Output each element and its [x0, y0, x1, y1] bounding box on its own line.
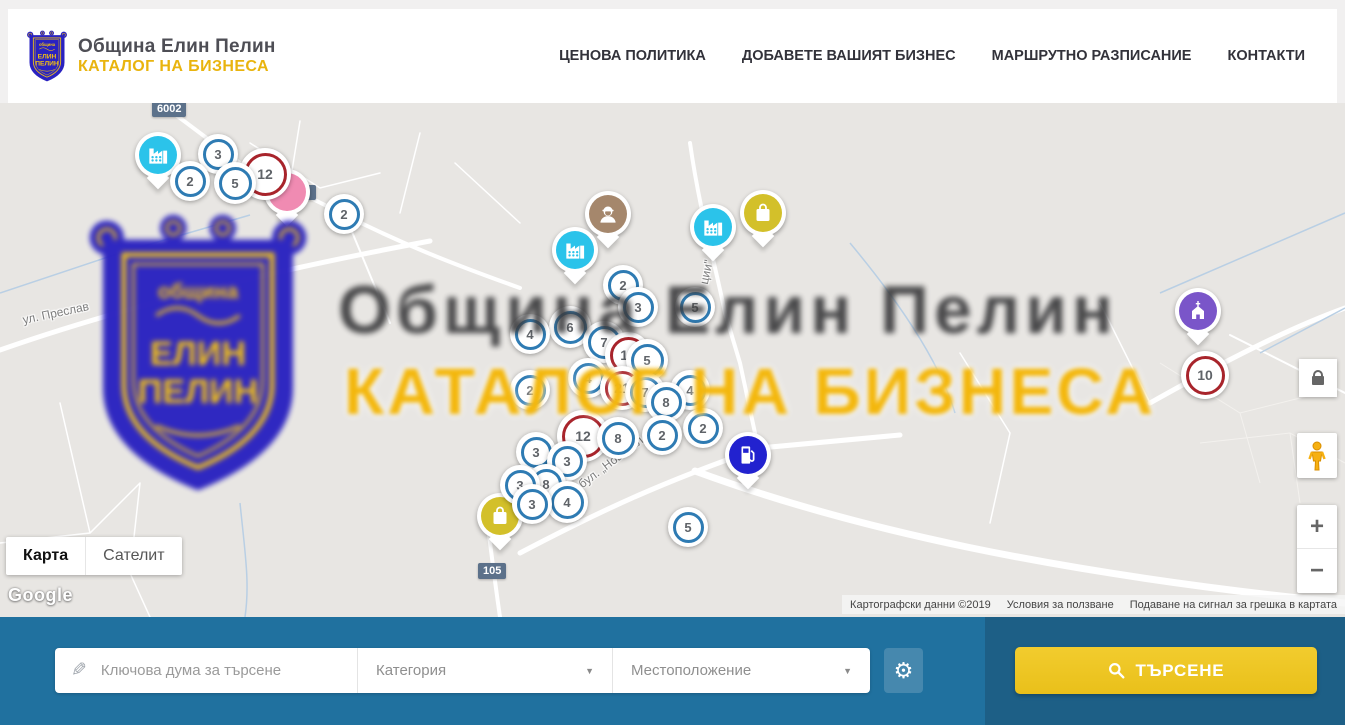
watermark-subtitle: КАТАЛОГ НА БИЗНЕСА — [344, 353, 1156, 429]
pegman-icon — [1307, 441, 1327, 471]
chevron-down-icon: ▼ — [585, 666, 594, 676]
cluster-count: 5 — [673, 512, 704, 543]
category-dropdown-label: Категория — [376, 662, 446, 679]
category-dropdown[interactable]: Категория ▼ — [357, 648, 612, 693]
worker-marker[interactable] — [585, 191, 631, 237]
pencil-icon: ✎ — [71, 659, 87, 682]
road-badge: 105 — [478, 563, 506, 579]
cluster-count: 3 — [517, 489, 548, 520]
site-subtitle: КАТАЛОГ НА БИЗНЕСА — [78, 58, 276, 76]
map-type-map-button[interactable]: Карта — [6, 537, 85, 575]
location-dropdown[interactable]: Местоположение ▼ — [612, 648, 870, 693]
shopping-bag-icon — [744, 194, 782, 232]
cluster-count: 4 — [551, 486, 584, 519]
map-type-satellite-button[interactable]: Сателит — [85, 537, 181, 575]
factory-marker[interactable] — [552, 227, 598, 273]
street-view-pegman-button[interactable] — [1297, 433, 1337, 478]
search-bar: ✎ Категория ▼ Местоположение ▼ ⚙ ТЪРСЕНЕ — [0, 617, 1345, 725]
cluster-marker[interactable]: 4 — [546, 481, 588, 523]
cluster-marker[interactable]: 5 — [668, 507, 708, 547]
advanced-settings-button[interactable]: ⚙ — [884, 648, 923, 693]
cluster-count: 2 — [175, 166, 206, 197]
zoom-control: + − — [1297, 505, 1337, 593]
svg-text:ПЕЛИН: ПЕЛИН — [35, 60, 59, 67]
attribution-link[interactable]: Условия за ползване — [1007, 599, 1114, 611]
cluster-marker[interactable]: 3 — [512, 484, 552, 524]
svg-text:ЕЛИН: ЕЛИН — [150, 335, 246, 373]
search-button-panel: ТЪРСЕНЕ — [985, 617, 1345, 725]
church-icon — [1179, 292, 1217, 330]
map-canvas[interactable]: община ЕЛИН ПЕЛИН Община Елин Пелин КАТА… — [0, 103, 1345, 617]
svg-text:община: община — [158, 281, 239, 304]
cluster-count: 2 — [329, 199, 360, 230]
main-nav: ЦЕНОВА ПОЛИТИКА ДОБАВЕТЕ ВАШИЯТ БИЗНЕС МАР… — [559, 48, 1319, 64]
worker-icon — [589, 195, 627, 233]
location-dropdown-label: Местоположение — [631, 662, 751, 679]
nav-item-contacts[interactable]: КОНТАКТИ — [1227, 48, 1305, 64]
gear-icon: ⚙ — [894, 658, 914, 684]
site-header: община ЕЛИН ПЕЛИН Община Елин Пелин КАТА… — [0, 0, 1345, 103]
road-badge: 6002 — [152, 103, 186, 117]
zoom-in-button[interactable]: + — [1297, 505, 1337, 549]
cluster-marker[interactable]: 10 — [1181, 351, 1229, 399]
svg-text:община: община — [39, 42, 56, 47]
fullscreen-lock-button[interactable] — [1299, 359, 1337, 397]
cluster-marker[interactable]: 5 — [214, 162, 256, 204]
fuel-icon — [729, 436, 767, 474]
watermark-title: Община Елин Пелин — [338, 271, 1118, 349]
google-logo[interactable]: Google — [8, 585, 73, 606]
fuel-marker[interactable] — [725, 432, 771, 478]
church-marker[interactable] — [1175, 288, 1221, 334]
cluster-marker[interactable]: 2 — [170, 161, 210, 201]
map-attribution: Картографски данни ©2019 Условия за ползв… — [842, 595, 1345, 614]
nav-item-add-business[interactable]: ДОБАВЕТЕ ВАШИЯТ БИЗНЕС — [742, 48, 956, 64]
municipality-crest-logo: община ЕЛИН ПЕЛИН — [26, 30, 68, 83]
site-title: Община Елин Пелин — [78, 36, 276, 58]
zoom-out-button[interactable]: − — [1297, 549, 1337, 593]
chevron-down-icon: ▼ — [843, 666, 852, 676]
attribution-text: Картографски данни ©2019 — [850, 599, 991, 611]
search-input-group: ✎ Категория ▼ Местоположение ▼ — [55, 648, 870, 693]
shopping-bag-marker[interactable] — [740, 190, 786, 236]
svg-text:ЕЛИН: ЕЛИН — [38, 53, 57, 60]
lock-icon — [1312, 376, 1324, 385]
site-logo[interactable]: община ЕЛИН ПЕЛИН Община Елин Пелин КАТА… — [26, 30, 276, 83]
cluster-marker[interactable]: 2 — [324, 194, 364, 234]
factory-icon — [556, 231, 594, 269]
attribution-link[interactable]: Подаване на сигнал за грешка в картата — [1130, 599, 1337, 611]
cluster-count: 10 — [1186, 356, 1225, 395]
svg-text:ПЕЛИН: ПЕЛИН — [138, 373, 259, 411]
keyword-search-input[interactable] — [99, 661, 357, 680]
factory-icon — [694, 208, 732, 246]
nav-item-price-policy[interactable]: ЦЕНОВА ПОЛИТИКА — [559, 48, 706, 64]
factory-marker[interactable] — [690, 204, 736, 250]
search-button[interactable]: ТЪРСЕНЕ — [1015, 647, 1317, 694]
search-icon — [1108, 662, 1125, 679]
nav-item-route-schedule[interactable]: МАРШРУТНО РАЗПИСАНИЕ — [992, 48, 1192, 64]
cluster-count: 5 — [219, 167, 252, 200]
factory-icon — [139, 136, 177, 174]
map-type-control: Карта Сателит — [6, 537, 182, 575]
search-button-label: ТЪРСЕНЕ — [1136, 661, 1225, 681]
watermark-crest: община ЕЛИН ПЕЛИН — [84, 213, 312, 498]
